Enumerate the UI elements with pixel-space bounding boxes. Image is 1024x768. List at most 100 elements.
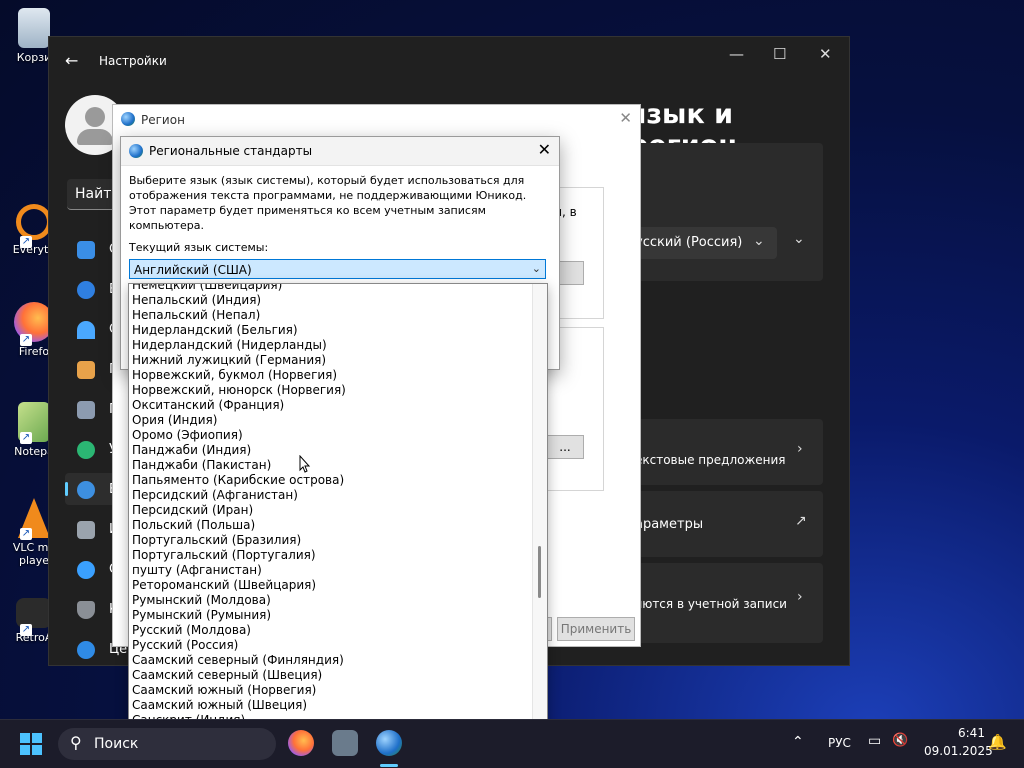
update-icon xyxy=(77,641,95,659)
shield-icon xyxy=(77,601,95,619)
maximize-icon[interactable]: ☐ xyxy=(773,45,786,63)
everything-search-icon xyxy=(16,204,52,240)
card-text-suggestions[interactable]: екстовые предложения › xyxy=(621,419,823,485)
card-account[interactable]: яются в учетной записи › xyxy=(621,563,823,643)
dropdown-item[interactable]: Непальский (Индия) xyxy=(129,293,529,308)
taskbar-search-label: Поиск xyxy=(94,736,139,752)
bluetooth-icon xyxy=(77,281,95,299)
start-button[interactable] xyxy=(20,733,42,755)
dropdown-item[interactable]: Панджаби (Индия) xyxy=(129,443,529,458)
windows-logo-icon xyxy=(20,745,30,755)
gear-icon[interactable] xyxy=(332,730,358,756)
taskbar-search[interactable]: ⚲ Поиск xyxy=(58,728,276,760)
dropdown-item[interactable]: Панджаби (Пакистан) xyxy=(129,458,529,473)
dropdown-item[interactable]: Нидерландский (Бельгия) xyxy=(129,323,529,338)
bell-icon[interactable]: 🔔 xyxy=(988,733,1007,751)
gamepad-icon xyxy=(77,521,95,539)
dropdown-item[interactable]: Саамский южный (Швеция) xyxy=(129,698,529,713)
dropdown-item[interactable]: Ория (Индия) xyxy=(129,413,529,428)
mouse-cursor-icon xyxy=(299,455,311,473)
chevron-down-icon[interactable]: ⌄ xyxy=(793,231,805,247)
dropdown-item[interactable]: Саамский северный (Швеция) xyxy=(129,668,529,683)
volume-muted-icon[interactable]: 🔇 xyxy=(892,733,908,748)
clock-date[interactable]: 09.01.2025 xyxy=(924,744,993,758)
close-icon[interactable]: ✕ xyxy=(538,140,551,159)
current-language-label: Текущий язык системы: xyxy=(129,241,269,254)
system-language-select[interactable]: Английский (США) ⌄ xyxy=(129,259,546,279)
dropdown-item[interactable]: Непальский (Непал) xyxy=(129,308,529,323)
dropdown-item[interactable]: Русский (Молдова) xyxy=(129,623,529,638)
dropdown-item[interactable]: Ретороманский (Швейцария) xyxy=(129,578,529,593)
scrollbar[interactable] xyxy=(532,284,547,733)
chevron-down-icon: ⌄ xyxy=(753,233,765,249)
wifi-icon xyxy=(77,321,95,339)
taskbar: ⚲ Поиск ⌃ РУС ▭ 🔇 6:41 09.01.2025 🔔 xyxy=(0,719,1024,768)
monitor-icon[interactable]: ▭ xyxy=(868,733,881,749)
dropdown-item[interactable]: Саамский северный (Финляндия) xyxy=(129,653,529,668)
dropdown-item[interactable]: Норвежский, нюнорск (Норвегия) xyxy=(129,383,529,398)
shortcut-arrow-icon: ↗ xyxy=(20,432,32,444)
dropdown-item[interactable]: Португальский (Бразилия) xyxy=(129,533,529,548)
external-link-icon: ↗ xyxy=(795,513,807,529)
brush-icon xyxy=(77,361,95,379)
dropdown-item[interactable]: Русский (Россия) xyxy=(129,638,529,653)
system-icon xyxy=(77,241,95,259)
dropdown-item[interactable]: Оромо (Эфиопия) xyxy=(129,428,529,443)
globe-icon[interactable] xyxy=(376,730,402,756)
dropdown-item[interactable]: пушту (Афганистан) xyxy=(129,563,529,578)
language-indicator[interactable]: РУС xyxy=(828,736,851,750)
search-icon: ⚲ xyxy=(70,733,82,752)
dropdown-item[interactable]: Румынский (Румыния) xyxy=(129,608,529,623)
dropdown-item[interactable]: Португальский (Португалия) xyxy=(129,548,529,563)
dropdown-item[interactable]: Окситанский (Франция) xyxy=(129,398,529,413)
chevron-right-icon: › xyxy=(797,441,803,457)
windows-logo-icon xyxy=(32,745,42,755)
chevron-right-icon: › xyxy=(797,589,803,605)
clock-time[interactable]: 6:41 xyxy=(958,726,985,740)
dropdown-item[interactable]: Нидерландский (Нидерланды) xyxy=(129,338,529,353)
accounts-icon xyxy=(77,441,95,459)
dropdown-item[interactable]: Саамский южный (Норвегия) xyxy=(129,683,529,698)
close-icon[interactable]: ✕ xyxy=(619,109,632,127)
region-dialog-title: Регион xyxy=(141,113,185,127)
dropdown-item[interactable]: Немецкий (Швейцария) xyxy=(129,284,529,293)
scrollbar-thumb[interactable] xyxy=(538,546,541,598)
dropdown-item[interactable]: Персидский (Иран) xyxy=(129,503,529,518)
chevron-down-icon: ⌄ xyxy=(531,262,541,275)
windows-logo-icon xyxy=(20,733,30,743)
windows-logo-icon xyxy=(32,733,42,743)
dropdown-item[interactable]: Румынский (Молдова) xyxy=(129,593,529,608)
accessibility-icon xyxy=(77,561,95,579)
region-ellipsis-button[interactable]: ... xyxy=(547,435,584,459)
shortcut-arrow-icon: ↗ xyxy=(20,334,32,346)
language-dropdown-list[interactable]: Немецкий (Швейцария) Непальский (Индия) Не… xyxy=(128,283,548,734)
dialog-description: Выберите язык (язык системы), который бу… xyxy=(129,174,527,232)
shortcut-arrow-icon: ↗ xyxy=(20,528,32,540)
recycle-bin-icon xyxy=(18,8,50,48)
firefox-icon[interactable] xyxy=(288,730,314,756)
card-text: яются в учетной записи xyxy=(635,597,787,611)
shortcut-arrow-icon: ↗ xyxy=(20,236,32,248)
minimize-icon[interactable]: — xyxy=(729,45,744,63)
apply-button[interactable]: Применить xyxy=(557,617,635,641)
window-title: Настройки xyxy=(99,54,167,68)
dropdown-item[interactable]: Норвежский, букмол (Норвегия) xyxy=(129,368,529,383)
dropdown-item[interactable]: Польский (Польша) xyxy=(129,518,529,533)
language-card xyxy=(621,143,823,281)
globe-icon xyxy=(129,144,143,158)
card-text: араметры xyxy=(635,517,704,532)
globe-icon xyxy=(121,112,135,126)
dropdown-item[interactable]: Папьяменто (Карибские острова) xyxy=(129,473,529,488)
card-parameters[interactable]: араметры ↗ xyxy=(621,491,823,557)
language-dropdown[interactable]: усский (Россия) ⌄ xyxy=(621,227,777,259)
chevron-up-icon[interactable]: ⌃ xyxy=(792,734,804,750)
apps-icon xyxy=(77,401,95,419)
dropdown-item[interactable]: Персидский (Афганистан) xyxy=(129,488,529,503)
dropdown-items: Немецкий (Швейцария) Непальский (Индия) Не… xyxy=(129,284,529,733)
active-app-indicator xyxy=(380,764,398,767)
language-dropdown-value: усский (Россия) xyxy=(635,235,743,250)
back-arrow-icon[interactable]: ← xyxy=(65,51,78,70)
close-icon[interactable]: ✕ xyxy=(819,45,832,63)
card-text: екстовые предложения xyxy=(635,453,786,467)
dropdown-item[interactable]: Нижний лужицкий (Германия) xyxy=(129,353,529,368)
